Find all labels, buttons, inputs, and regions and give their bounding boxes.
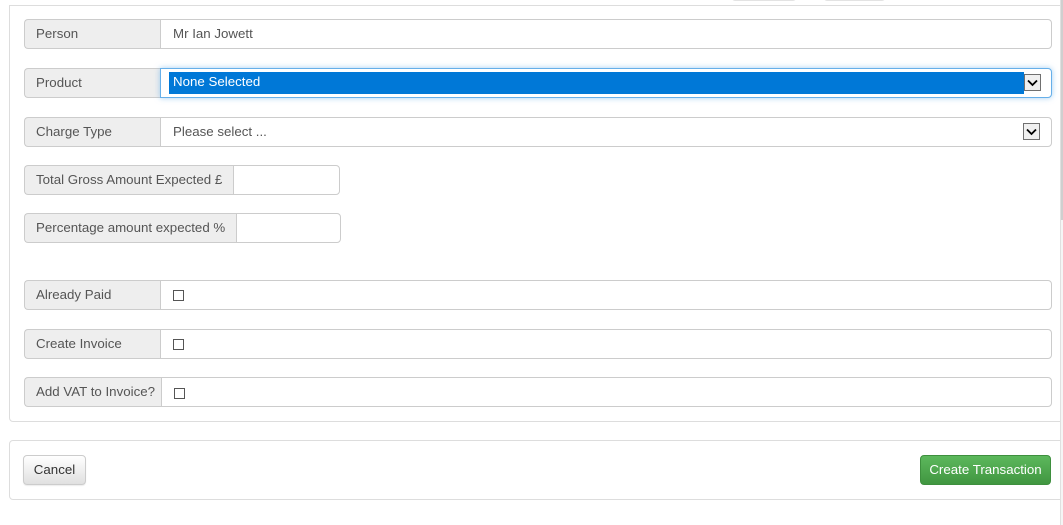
total-gross-field-group: Total Gross Amount Expected £ bbox=[24, 165, 340, 195]
already-paid-checkbox[interactable] bbox=[173, 290, 184, 301]
transaction-form-panel: Person Mr Ian Jowett Product None Select… bbox=[9, 5, 1063, 422]
chevron-down-icon[interactable] bbox=[1023, 123, 1040, 140]
total-gross-input[interactable] bbox=[233, 165, 340, 195]
top-partial-button-1[interactable] bbox=[732, 0, 796, 1]
add-vat-checkbox[interactable] bbox=[174, 388, 185, 399]
add-vat-label: Add VAT to Invoice? bbox=[24, 377, 161, 407]
add-vat-cell bbox=[161, 377, 1052, 407]
create-invoice-cell bbox=[160, 329, 1052, 359]
person-input[interactable]: Mr Ian Jowett bbox=[160, 19, 1052, 49]
percentage-field-group: Percentage amount expected % bbox=[24, 213, 341, 243]
charge-type-field-group: Charge Type Please select ... bbox=[24, 117, 1052, 147]
already-paid-cell bbox=[160, 280, 1052, 310]
person-label: Person bbox=[24, 19, 160, 49]
total-gross-label: Total Gross Amount Expected £ bbox=[24, 165, 234, 195]
already-paid-field-group: Already Paid bbox=[24, 280, 1052, 310]
product-select[interactable]: None Selected bbox=[160, 68, 1052, 98]
create-invoice-label: Create Invoice bbox=[24, 329, 160, 359]
product-label: Product bbox=[24, 68, 160, 98]
charge-type-selected-value: Please select ... bbox=[173, 124, 267, 139]
chevron-down-icon[interactable] bbox=[1024, 74, 1041, 91]
form-footer-panel: Cancel Create Transaction bbox=[9, 440, 1063, 500]
create-transaction-button[interactable]: Create Transaction bbox=[920, 455, 1051, 485]
product-field-group: Product None Selected bbox=[24, 68, 1052, 98]
top-partial-button-2[interactable] bbox=[824, 0, 885, 1]
add-vat-field-group: Add VAT to Invoice? bbox=[24, 377, 1052, 407]
create-invoice-checkbox[interactable] bbox=[173, 339, 184, 350]
percentage-label: Percentage amount expected % bbox=[24, 213, 237, 243]
already-paid-label: Already Paid bbox=[24, 280, 160, 310]
charge-type-select[interactable]: Please select ... bbox=[160, 117, 1052, 147]
person-field-group: Person Mr Ian Jowett bbox=[24, 19, 1052, 49]
percentage-input[interactable] bbox=[236, 213, 341, 243]
product-selected-value: None Selected bbox=[169, 72, 1024, 94]
cancel-button[interactable]: Cancel bbox=[23, 455, 86, 485]
charge-type-label: Charge Type bbox=[24, 117, 160, 147]
create-invoice-field-group: Create Invoice bbox=[24, 329, 1052, 359]
